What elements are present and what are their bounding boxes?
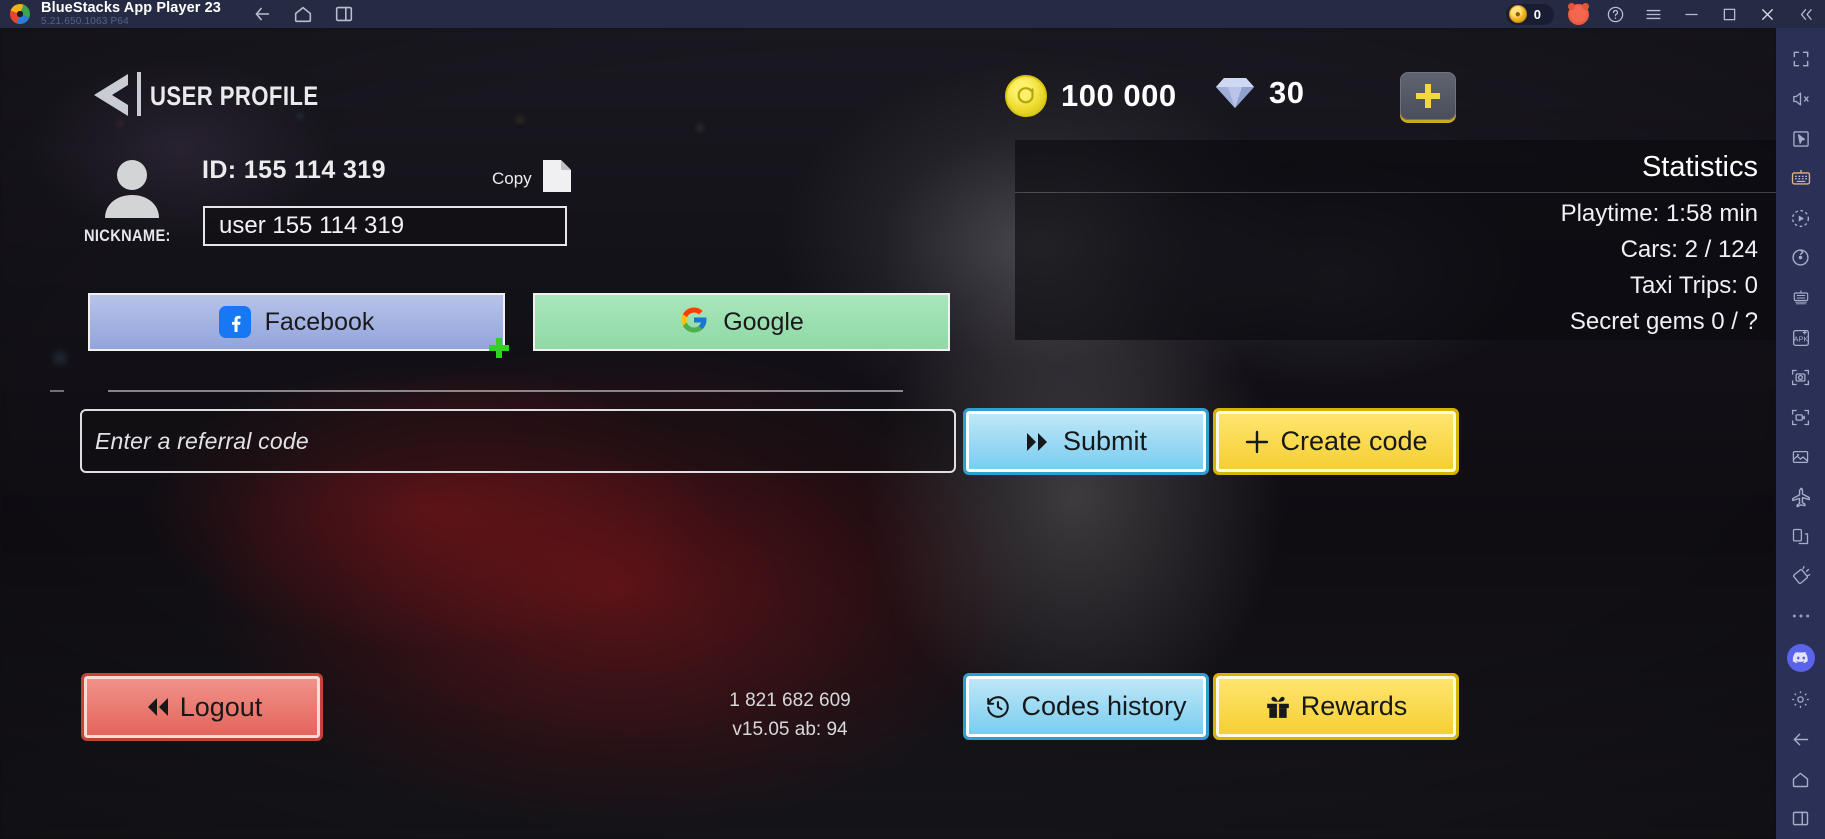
hamburger-menu-icon[interactable] (1641, 2, 1665, 26)
rewards-label: Rewards (1300, 691, 1408, 721)
title-bar: BlueStacks App Player 23 5.21.650.1063 P… (0, 0, 1825, 28)
sidebar-item-recents[interactable] (1776, 799, 1825, 839)
section-divider-dash (50, 390, 64, 392)
logout-label: Logout (179, 691, 263, 722)
codes-history-button[interactable]: Codes history (963, 673, 1209, 740)
stat-cars: Cars: 2 / 124 (1620, 236, 1758, 263)
sidebar-item-eco-mode[interactable] (1776, 477, 1825, 517)
sidebar-item-fullscreen[interactable] (1776, 39, 1825, 79)
build-info: 1 821 682 609 v15.05 ab: 94 (700, 686, 880, 745)
user-avatar-icon (101, 156, 163, 218)
build-version: v15.05 ab: 94 (732, 719, 848, 741)
coin-value: 100 000 (1061, 78, 1177, 113)
back-arrow-icon[interactable] (84, 72, 136, 123)
points-pill[interactable]: ● 0 (1505, 3, 1554, 25)
rewards-button[interactable]: Rewards (1213, 673, 1459, 740)
close-icon[interactable] (1755, 2, 1779, 26)
sidebar-item-home[interactable] (1776, 759, 1825, 799)
user-id-text: ID: 155 114 319 (202, 156, 386, 184)
sidebar-item-pointer-mode[interactable] (1776, 119, 1825, 159)
codes-history-label: Codes history (1021, 691, 1187, 721)
section-divider (108, 390, 903, 392)
help-circle-icon[interactable] (1603, 2, 1627, 26)
sidebar-item-rotate[interactable] (1776, 238, 1825, 278)
bluestacks-coin-icon: ● (1508, 5, 1527, 23)
home-icon[interactable] (292, 3, 314, 25)
sidebar-item-game-controls[interactable] (1776, 158, 1825, 198)
google-label: Google (723, 307, 804, 336)
nickname-input[interactable]: user 155 114 319 (203, 206, 567, 246)
discord-icon (1786, 643, 1815, 672)
gift-icon (1266, 696, 1289, 718)
plus-thin-icon (1246, 430, 1269, 453)
nickname-value: user 155 114 319 (219, 212, 405, 239)
page-title: USER PROFILE (150, 81, 319, 111)
bear-mascot-icon[interactable] (1568, 2, 1589, 25)
referral-placeholder: Enter a referral code (95, 427, 309, 454)
copy-label: Copy (492, 168, 532, 188)
header-divider (137, 72, 141, 116)
bluestacks-window: BlueStacks App Player 23 5.21.650.1063 P… (0, 0, 1825, 839)
facebook-icon (218, 306, 251, 338)
stat-taxi-trips: Taxi Trips: 0 (1629, 272, 1758, 299)
copy-icon (540, 158, 574, 199)
double-chevron-right-icon (1026, 432, 1047, 451)
title-bar-nav (251, 3, 355, 25)
add-currency-button[interactable] (1400, 72, 1456, 120)
chevron-double-left-icon[interactable] (1793, 2, 1817, 26)
stat-secret-gems: Secret gems 0 / ? (1569, 308, 1758, 335)
double-chevron-left-icon (147, 698, 168, 716)
facebook-label: Facebook (264, 307, 375, 336)
points-value: 0 (1533, 6, 1541, 22)
sidebar-item-mute[interactable] (1776, 79, 1825, 119)
create-code-label: Create code (1280, 426, 1428, 456)
facebook-login-button[interactable]: Facebook (88, 293, 505, 351)
copy-id-button[interactable]: Copy (492, 158, 574, 199)
arrow-left-icon[interactable] (251, 3, 273, 25)
sidebar-item-multi-instance[interactable] (1776, 517, 1825, 557)
windows-stack-icon[interactable] (333, 3, 355, 25)
sidebar-item-record-video[interactable] (1776, 397, 1825, 437)
statistics-title: Statistics (1641, 151, 1758, 183)
sidebar-item-back[interactable] (1776, 719, 1825, 759)
game-viewport: USER PROFILE 100 000 30 NICKNAME: ID: 15… (0, 28, 1776, 839)
statistics-divider (1015, 192, 1776, 193)
google-icon (679, 305, 709, 340)
gem-icon (1215, 75, 1255, 111)
nickname-label: NICKNAME: (84, 226, 171, 245)
create-code-button[interactable]: Create code (1213, 408, 1459, 475)
sidebar-item-script[interactable] (1776, 278, 1825, 318)
sidebar-item-discord[interactable] (1776, 636, 1825, 679)
app-title: BlueStacks App Player 23 (41, 0, 221, 16)
minimize-icon[interactable] (1679, 2, 1703, 26)
svg-text:APK: APK (1793, 334, 1808, 343)
statistics-panel: Statistics Playtime: 1:58 min Cars: 2 / … (1015, 140, 1776, 340)
maximize-icon[interactable] (1717, 2, 1741, 26)
gem-balance: 30 (1215, 75, 1304, 111)
sidebar-item-install-apk[interactable]: APK (1776, 318, 1825, 358)
history-clock-icon (987, 695, 1010, 718)
google-login-button[interactable]: Google (533, 293, 950, 351)
coin-icon (1005, 75, 1047, 117)
sidebar-item-shake[interactable] (1776, 557, 1825, 597)
app-version: 5.21.650.1063 P64 (41, 16, 129, 28)
sidebar-item-media-manager[interactable] (1776, 437, 1825, 477)
sidebar-item-more-options[interactable] (1776, 596, 1825, 636)
game-header: USER PROFILE 100 000 30 (0, 28, 1776, 136)
referral-code-input[interactable]: Enter a referral code (80, 409, 956, 473)
tools-sidebar: APK (1776, 28, 1825, 839)
submit-button[interactable]: Submit (963, 408, 1209, 475)
build-number: 1 821 682 609 (729, 690, 851, 711)
gem-value: 30 (1269, 75, 1305, 110)
sidebar-item-macro-recorder[interactable] (1776, 198, 1825, 238)
title-bar-controls: ● 0 (1505, 0, 1817, 28)
app-title-block: BlueStacks App Player 23 5.21.650.1063 P… (41, 1, 221, 28)
logout-button[interactable]: Logout (81, 673, 323, 741)
submit-label: Submit (1062, 426, 1148, 456)
coin-balance: 100 000 (1005, 75, 1177, 117)
stat-playtime: Playtime: 1:58 min (1560, 200, 1758, 227)
bluestacks-logo-icon (10, 4, 30, 24)
sidebar-item-screenshot[interactable] (1776, 358, 1825, 398)
sidebar-item-settings[interactable] (1776, 680, 1825, 720)
